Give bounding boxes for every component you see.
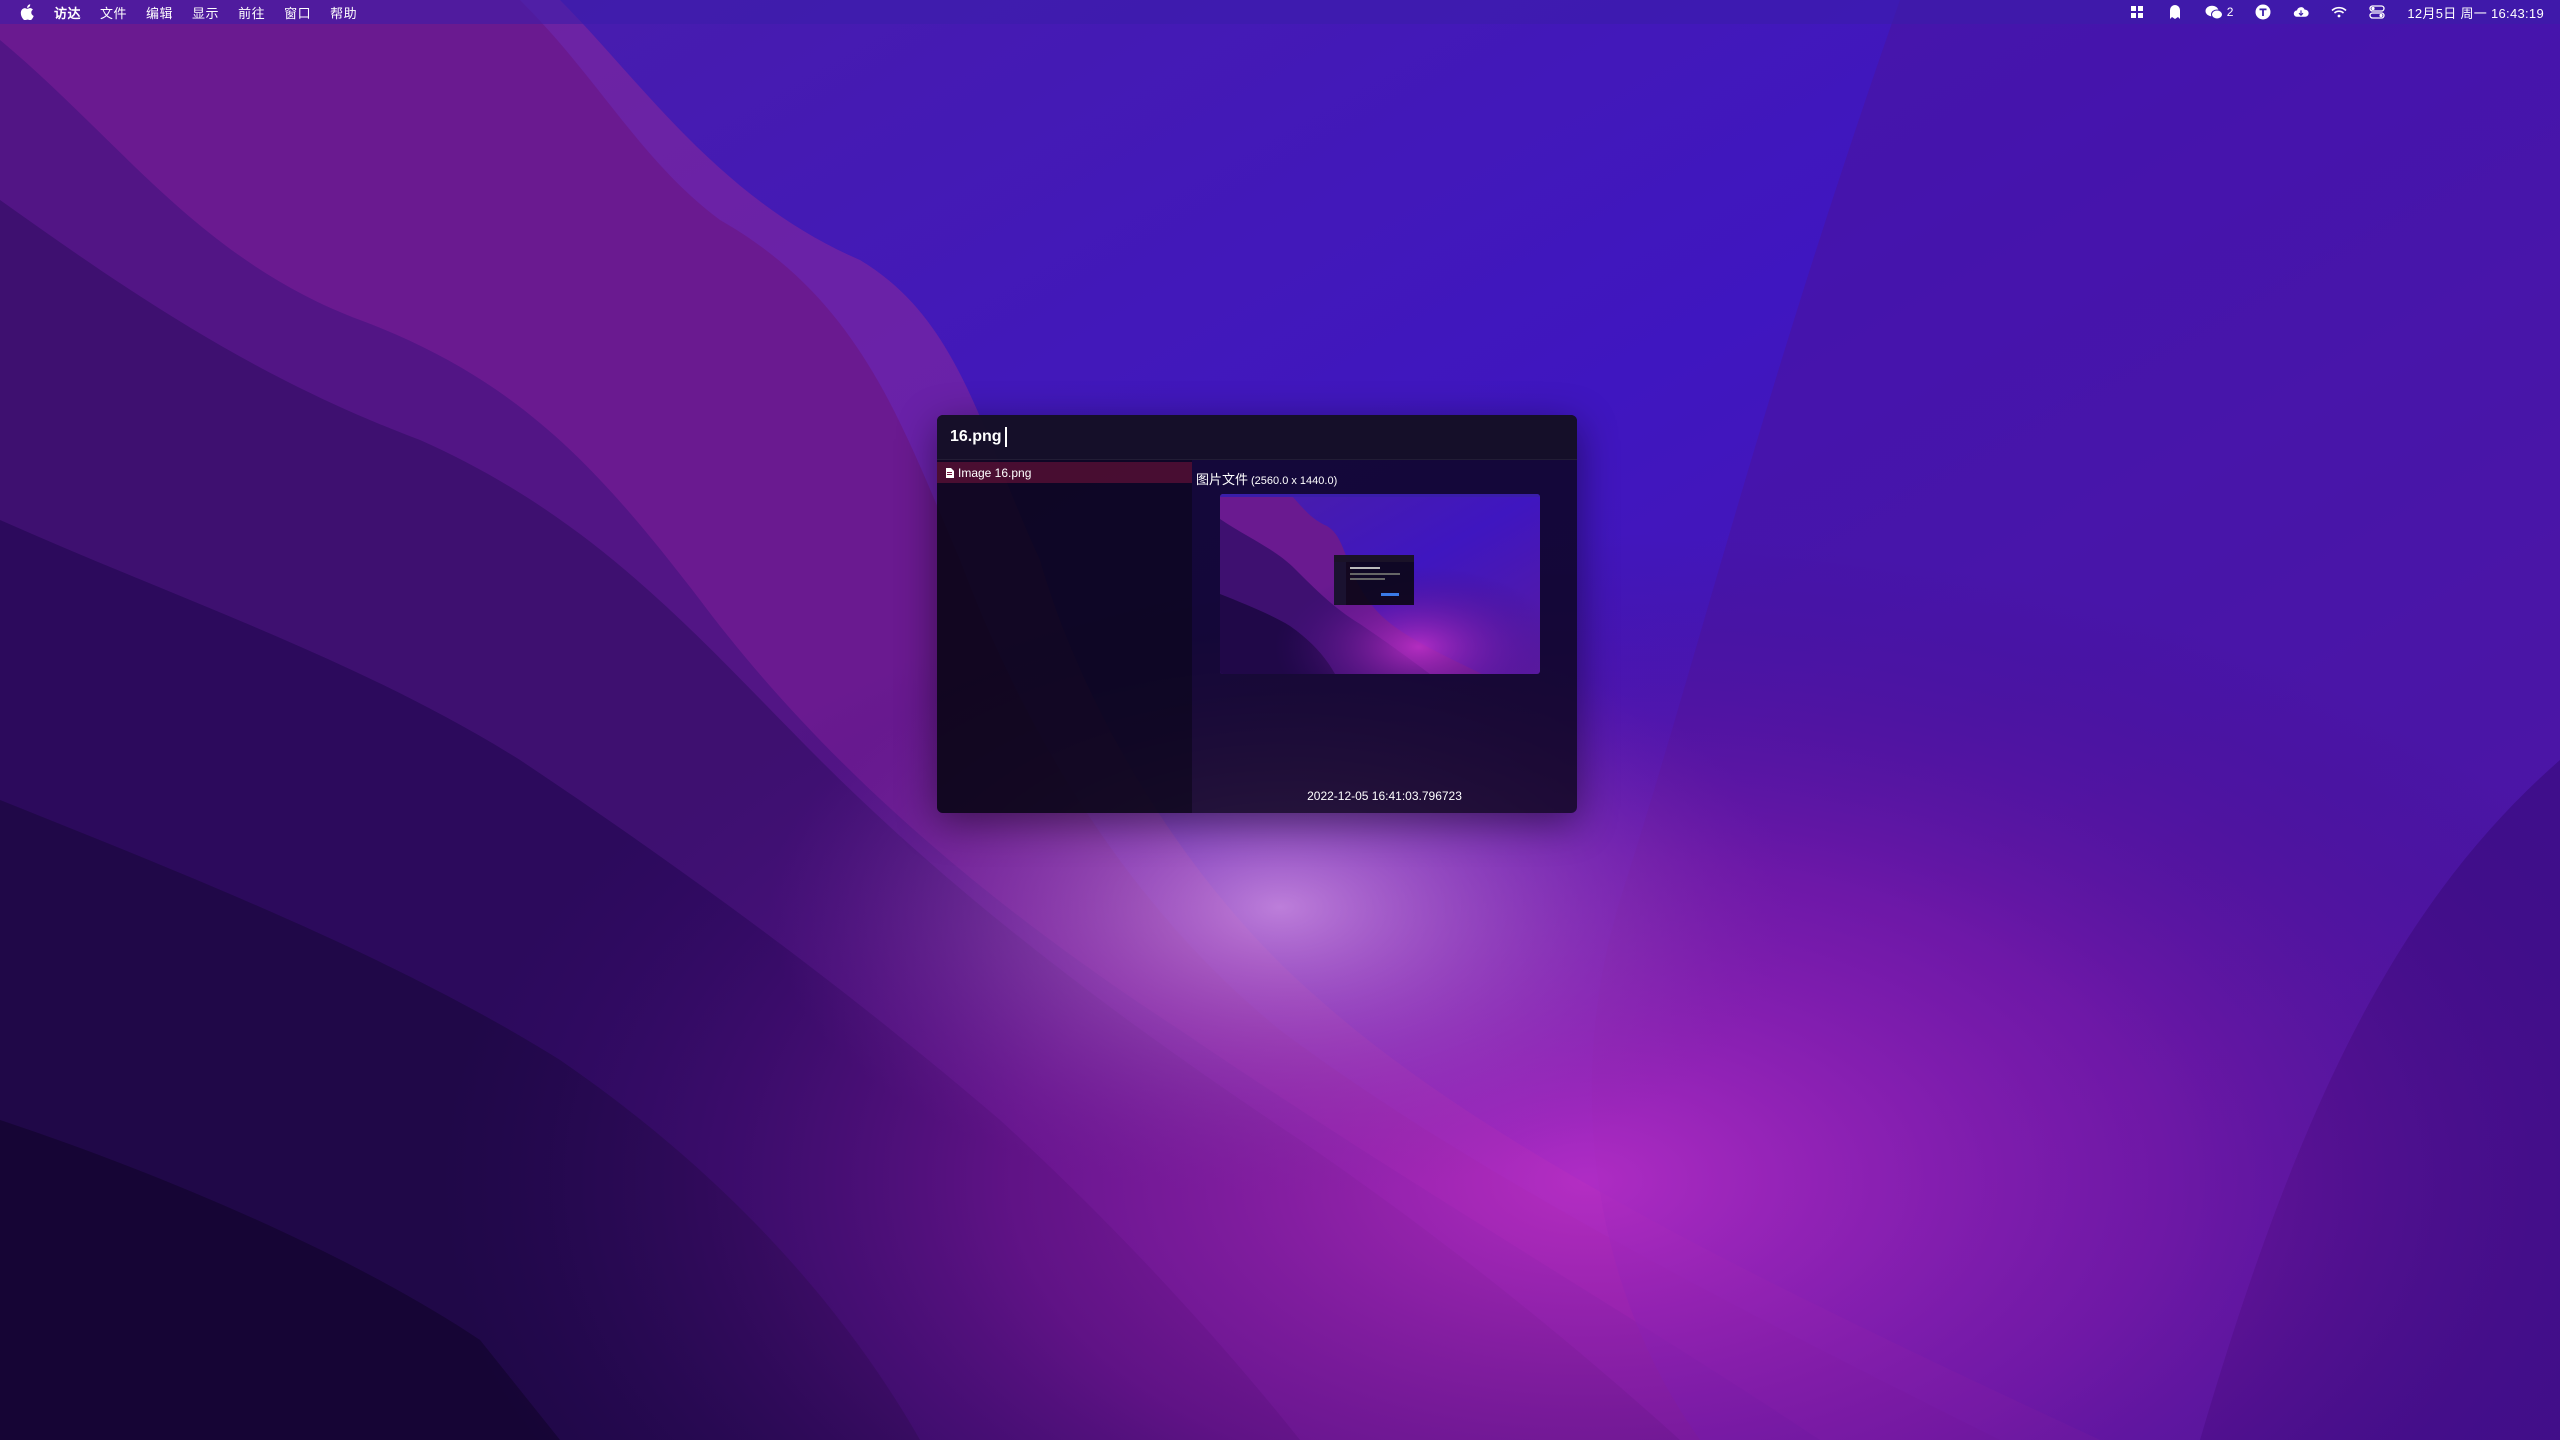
result-label: Image 16.png	[958, 465, 1032, 480]
image-preview-thumbnail[interactable]	[1220, 494, 1540, 674]
results-list: Image 16.png	[937, 460, 1192, 813]
image-dimensions: (2560.0 x 1440.0)	[1251, 475, 1338, 487]
preview-pane: 图片文件 (2560.0 x 1440.0) 2022-12-05 16:41:…	[1192, 460, 1577, 813]
menu-help[interactable]: 帮助	[330, 3, 357, 22]
menu-app-name[interactable]: 访达	[54, 3, 81, 22]
control-center-icon[interactable]	[2369, 4, 2386, 20]
menu-edit[interactable]: 编辑	[146, 3, 173, 22]
file-icon	[946, 467, 954, 478]
menu-go[interactable]: 前往	[238, 3, 265, 22]
file-type-label: 图片文件	[1196, 472, 1249, 487]
wechat-count: 2	[2226, 5, 2234, 19]
apple-icon[interactable]	[20, 4, 34, 20]
text-caret	[1005, 427, 1007, 447]
menu-bar: 访达 文件 编辑 显示 前往 窗口 帮助 2 12月5日 周一 16:43:19	[0, 0, 2560, 24]
menubar-clock[interactable]: 12月5日 周一 16:43:19	[2407, 3, 2544, 22]
search-bar	[937, 415, 1577, 460]
file-timestamp: 2022-12-05 16:41:03.796723	[1307, 789, 1462, 803]
grid-icon[interactable]	[2129, 4, 2145, 20]
menu-view[interactable]: 显示	[192, 3, 219, 22]
wechat-icon	[2205, 5, 2223, 19]
wechat-status[interactable]: 2	[2205, 4, 2234, 20]
file-meta: 图片文件 (2560.0 x 1440.0)	[1196, 469, 1337, 488]
t-icon[interactable]	[2255, 4, 2271, 20]
cloud-icon[interactable]	[2293, 4, 2309, 20]
menu-window[interactable]: 窗口	[284, 3, 311, 22]
search-launcher-window: Image 16.png 图片文件(2560.0 x 1440.0)	[937, 415, 1577, 813]
list-item[interactable]: Image 16.png	[937, 462, 1192, 483]
wifi-icon[interactable]	[2331, 4, 2347, 20]
search-input[interactable]	[950, 425, 1550, 449]
ghost-icon[interactable]	[2167, 4, 2183, 20]
menu-file[interactable]: 文件	[100, 3, 127, 22]
